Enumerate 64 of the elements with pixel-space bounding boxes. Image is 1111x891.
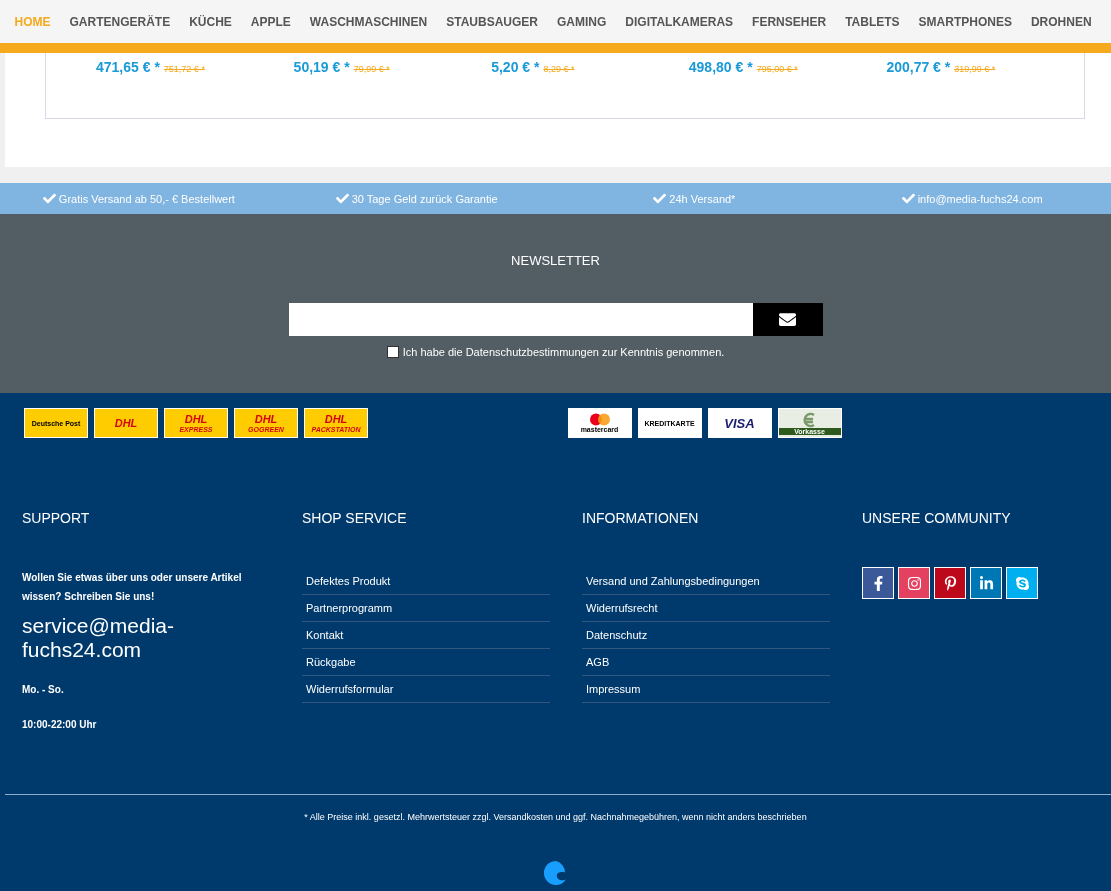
send-button[interactable] <box>752 303 823 336</box>
price: 200,77 € * <box>886 59 951 75</box>
instagram-icon <box>906 575 922 591</box>
footer-link[interactable]: Widerrufsformular <box>302 676 550 703</box>
nav-item[interactable]: GAMING <box>547 14 616 29</box>
old-price: 795,00 € * <box>756 64 798 74</box>
benefit-text: Gratis Versand ab 50,- € Bestellwert <box>58 192 235 205</box>
nav-item[interactable]: DIGITALKAMERAS <box>615 14 743 29</box>
check-icon <box>901 192 915 205</box>
pinterest-button[interactable] <box>934 567 966 599</box>
nav-item[interactable]: STAUBSAUGER <box>436 14 548 29</box>
skype-icon <box>1014 575 1030 591</box>
price-footnote: * Alle Preise inkl. gesetzl. Mehrwertsteuer zzgl. Versandkosten und ggf. Nachnahmegebühren, wenn nicht anders beschrieben <box>303 812 808 822</box>
nav-item[interactable]: KÜCHE <box>179 14 242 29</box>
column-title: INFORMATIONEN <box>582 510 700 526</box>
footer-link[interactable]: Versand und Zahlungsbedingungen <box>582 568 830 595</box>
nav-item[interactable]: GARTENGERÄTE <box>60 14 180 29</box>
old-price: 8,29 € * <box>543 64 575 74</box>
instagram-button[interactable] <box>898 567 930 599</box>
nav-item[interactable]: DROHNEN <box>1021 14 1102 29</box>
benefit-text: info@media-fuchs24.com <box>917 192 1043 205</box>
check-icon <box>42 192 56 205</box>
opening-days: Mo. - So. <box>22 680 262 699</box>
benefit-text: 30 Tage Geld zurück Garantie <box>351 192 498 205</box>
consent-label: Ich habe die Datenschutzbestimmungen zur Kenntnis genommen. <box>402 346 725 358</box>
footer-link[interactable]: Widerrufsrecht <box>582 595 830 622</box>
footer-link[interactable]: Datenschutz <box>582 622 830 649</box>
consent-checkbox[interactable] <box>386 346 399 358</box>
footer-link[interactable]: Partnerprogramm <box>302 595 550 622</box>
old-price: 751,72 € * <box>163 64 205 74</box>
email-field[interactable] <box>288 303 753 336</box>
footer-link[interactable]: Kontakt <box>302 622 550 649</box>
footer-link[interactable]: Rückgabe <box>302 649 550 676</box>
nav-item[interactable]: WASCHMASCHINEN <box>300 14 437 29</box>
old-price: 319,99 € * <box>954 64 996 74</box>
price: 498,80 € * <box>688 59 753 75</box>
linkedin-button[interactable] <box>970 567 1002 599</box>
envelope-icon <box>779 311 796 328</box>
footer-link[interactable]: Defektes Produkt <box>302 568 550 595</box>
dhl-logo: DHL <box>94 408 158 438</box>
newsletter-title: NEWSLETTER <box>511 253 600 268</box>
price: 471,65 € * <box>96 59 160 75</box>
linkedin-icon <box>978 575 994 591</box>
column-title: SUPPORT <box>22 510 91 526</box>
old-price: 79,99 € * <box>353 64 390 74</box>
nav-item[interactable]: APPLE <box>241 14 301 29</box>
opening-hours: 10:00-22:00 Uhr <box>22 718 98 732</box>
benefit-text: 24h Versand* <box>669 192 736 205</box>
support-text: Wollen Sie etwas über uns oder unsere Artikel wissen? Schreiben Sie uns! <box>22 571 243 604</box>
price: 50,19 € * <box>293 59 350 75</box>
support-email[interactable]: service@media-fuchs24.com <box>22 614 242 662</box>
pinterest-icon <box>942 575 958 591</box>
nav-item[interactable]: FERNSEHER <box>742 14 836 29</box>
price: 5,20 € * <box>491 59 540 75</box>
check-icon <box>653 192 667 205</box>
column-title: SHOP SERVICE <box>302 510 408 526</box>
footer-link[interactable]: AGB <box>582 649 830 676</box>
footer-link[interactable]: Impressum <box>582 676 830 703</box>
facebook-button[interactable] <box>862 567 894 599</box>
nav-item[interactable]: TABLETS <box>835 14 910 29</box>
check-icon <box>335 192 349 205</box>
nav-item[interactable]: SMARTPHONES <box>909 14 1022 29</box>
column-title: UNSERE COMMUNITY <box>862 510 1012 526</box>
visa-logo: VISA <box>707 408 772 438</box>
